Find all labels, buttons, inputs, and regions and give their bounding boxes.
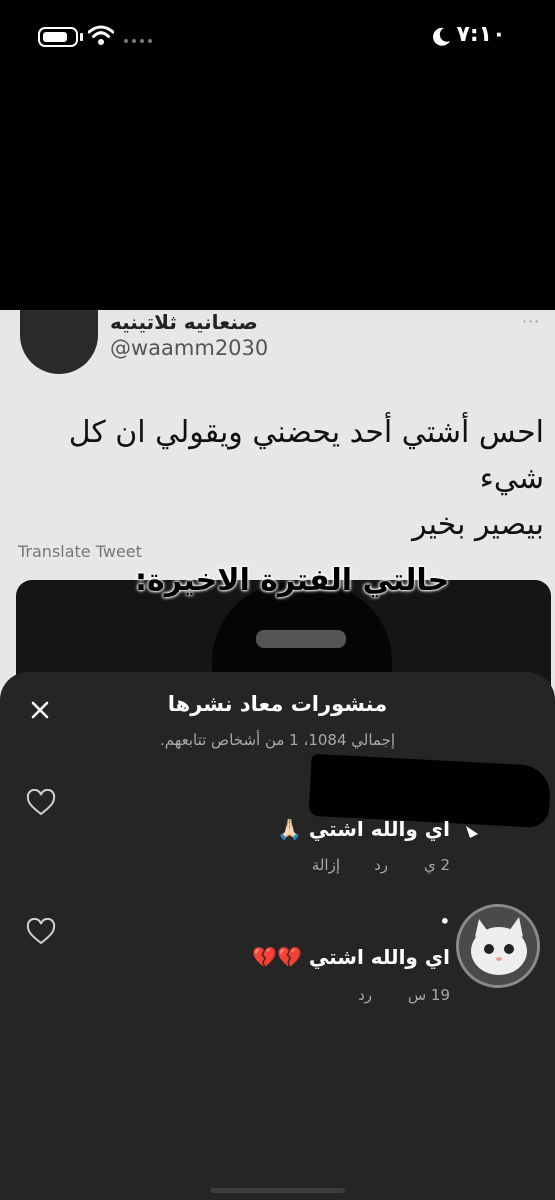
- wifi-icon: [88, 25, 114, 45]
- signal-dots-icon: [124, 39, 152, 43]
- reply-button[interactable]: رد: [374, 856, 388, 874]
- battery-icon: [38, 27, 78, 47]
- comment-time: 19 س: [407, 986, 450, 1004]
- comment-text: اي والله اشتي 🙏🏻: [277, 817, 450, 841]
- close-button[interactable]: [22, 692, 58, 728]
- tweet-handle: @waamm2030: [110, 336, 269, 360]
- status-bar: ٧:١٠: [0, 0, 555, 72]
- tweet-text-line-1: احس أشتي أحد يحضني ويقولي ان كل شيء: [68, 415, 544, 496]
- like-button[interactable]: [26, 788, 56, 817]
- home-indicator[interactable]: [210, 1188, 345, 1193]
- remove-button[interactable]: إزالة: [312, 856, 340, 874]
- reply-button[interactable]: رد: [358, 986, 372, 1004]
- comment-text: اي والله اشتي 💔💔: [252, 945, 450, 969]
- tweet-text: احس أشتي أحد يحضني ويقولي ان كل شيء بيصي…: [14, 410, 544, 548]
- commenter-avatar[interactable]: [462, 822, 482, 842]
- status-time: ٧:١٠: [456, 22, 506, 47]
- sheet-title: منشورات معاد نشرها: [167, 692, 388, 716]
- comment-meta: 19 س رد: [290, 986, 450, 1006]
- comment-time: 2 ي: [423, 856, 450, 874]
- media-caption: حالتي الفترة الاخيرة:: [135, 563, 450, 598]
- commenter-avatar[interactable]: [456, 904, 540, 988]
- comment-meta: 2 ي رد إزالة: [290, 856, 450, 876]
- cat-avatar-image: [459, 907, 537, 985]
- video-area: [0, 72, 555, 310]
- translate-tweet-link: Translate Tweet: [18, 542, 142, 561]
- close-icon: [31, 701, 49, 719]
- heart-icon: [26, 788, 56, 816]
- tweet-author-name: صنعانيه ثلاتينيه: [110, 310, 258, 334]
- heart-icon: [26, 917, 56, 945]
- battery-tip: [80, 33, 83, 41]
- like-button[interactable]: [26, 917, 56, 946]
- tweet-card: صنعانيه ثلاتينيه @waamm2030 ··· احس أشتي…: [0, 310, 555, 730]
- more-icon: ···: [522, 312, 541, 331]
- comment-dot: •: [439, 912, 450, 931]
- reposts-sheet: منشورات معاد نشرها إجمالي 1084، 1 من أشخ…: [0, 672, 555, 1200]
- tweet-avatar: [20, 310, 98, 374]
- sheet-subtitle: إجمالي 1084، 1 من أشخاص تتابعهم.: [159, 731, 396, 749]
- moon-icon: [433, 27, 450, 46]
- media-eyes: [256, 630, 346, 648]
